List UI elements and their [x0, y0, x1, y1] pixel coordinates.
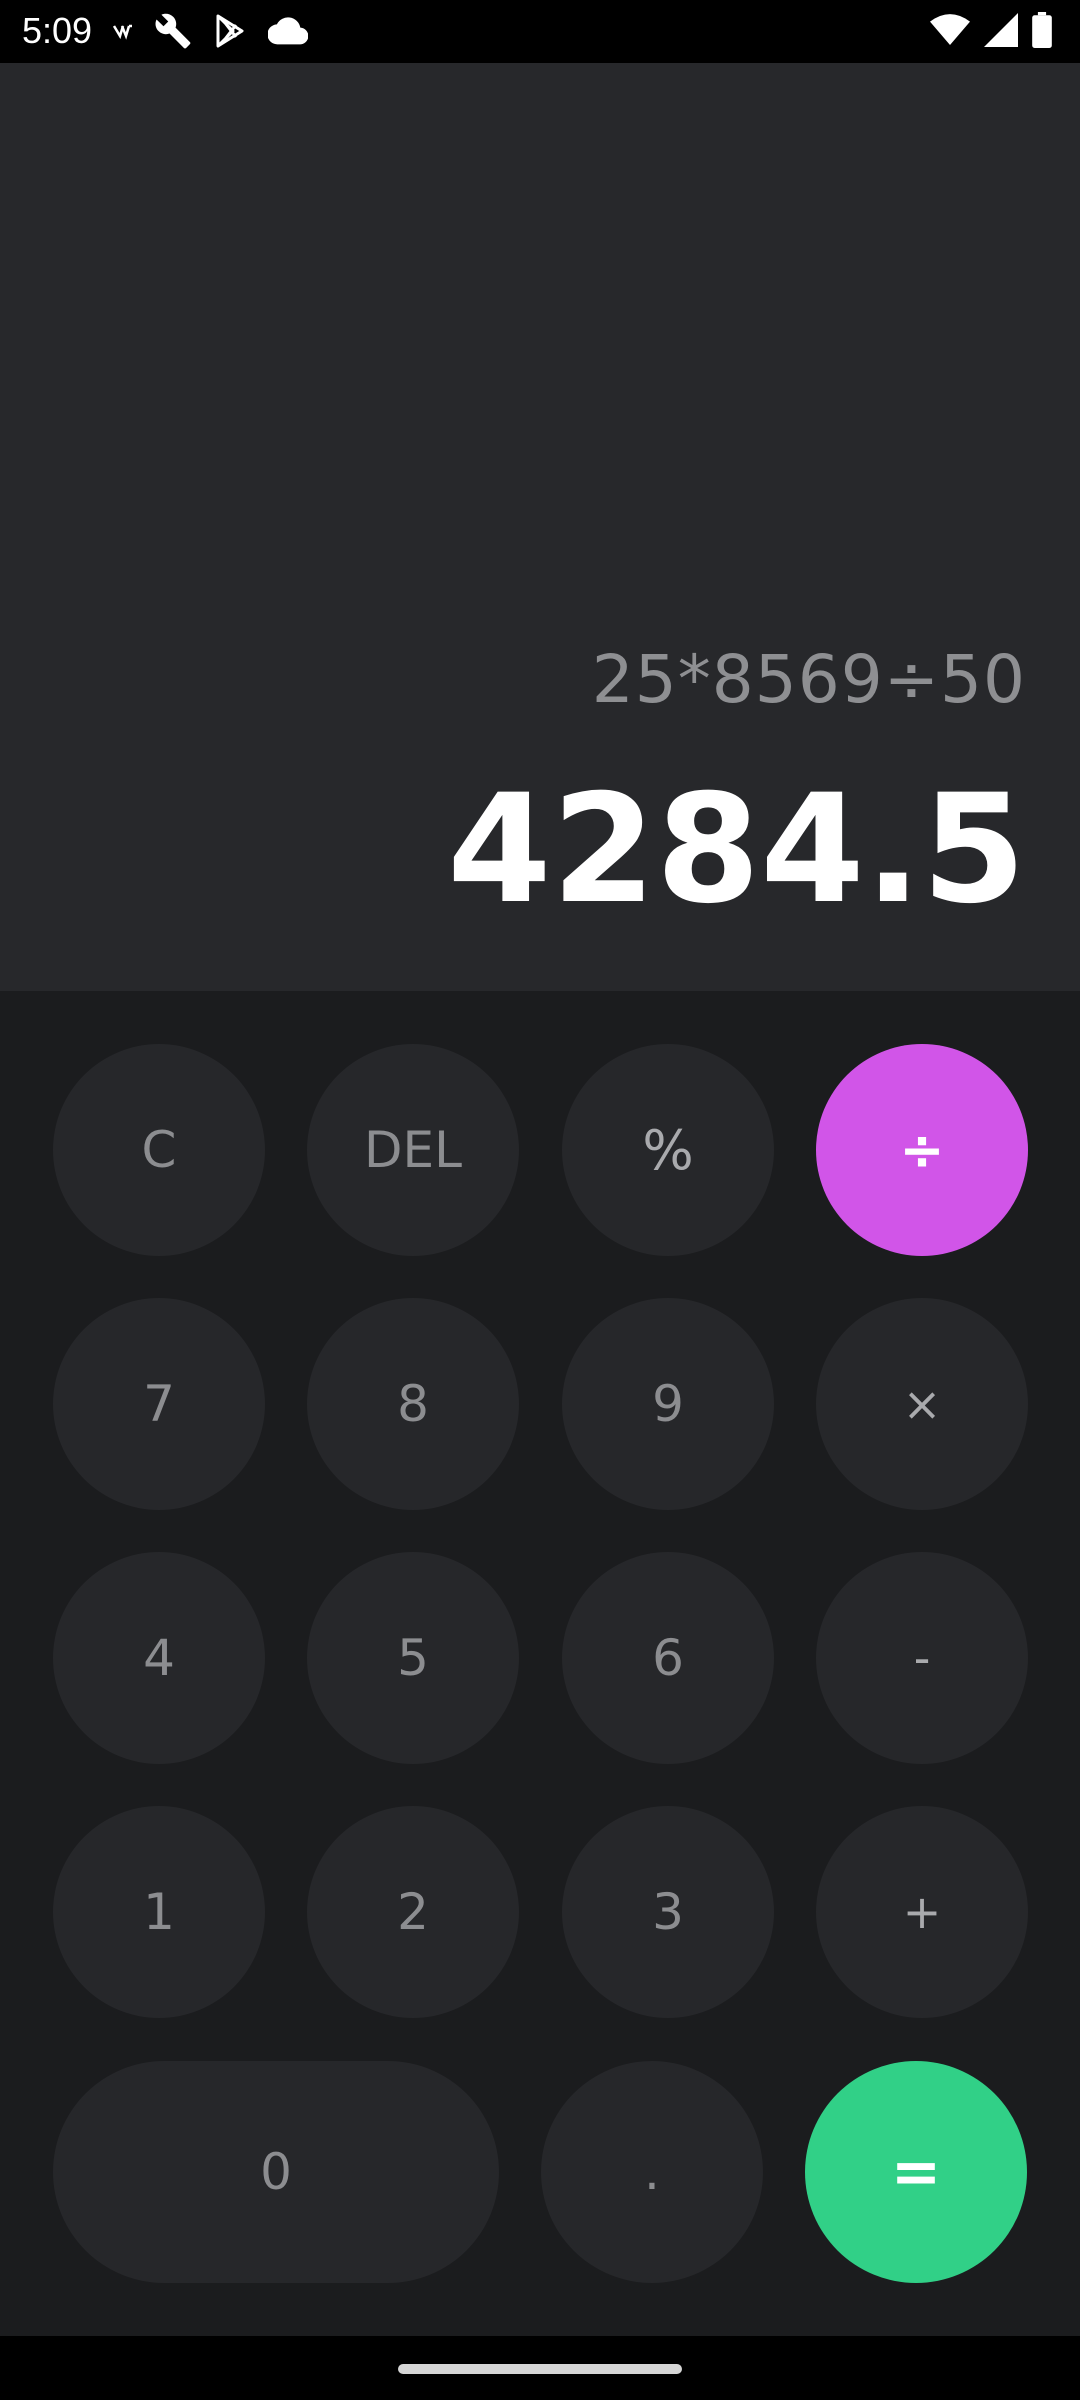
- equals-button[interactable]: =: [805, 2061, 1027, 2283]
- expression-text: 25*8569÷50: [591, 641, 1026, 718]
- digit-7-button[interactable]: 7: [53, 1298, 265, 1510]
- minus-button[interactable]: -: [816, 1552, 1028, 1764]
- signal-small-icon: [112, 20, 134, 46]
- battery-icon: [1032, 12, 1052, 52]
- clear-button[interactable]: C: [53, 1044, 265, 1256]
- calculator-display: 25*8569÷50 4284.5: [0, 63, 1080, 991]
- digit-1-button[interactable]: 1: [53, 1806, 265, 2018]
- delete-button[interactable]: DEL: [307, 1044, 519, 1256]
- cellular-icon: [984, 13, 1018, 51]
- digit-0-button[interactable]: 0: [53, 2061, 499, 2283]
- keypad: C DEL % ÷ 7 8 9 × 4 5 6 - 1 2 3 + 0 . =: [0, 991, 1080, 2336]
- home-indicator[interactable]: [398, 2364, 682, 2374]
- digit-3-button[interactable]: 3: [562, 1806, 774, 2018]
- status-right-icons: [930, 12, 1052, 52]
- wrench-icon: [154, 12, 192, 54]
- wifi-icon: [930, 13, 970, 51]
- status-left-icons: [112, 12, 309, 54]
- divide-button[interactable]: ÷: [816, 1044, 1028, 1256]
- status-time: 5:09: [22, 10, 93, 51]
- cloud-icon: [267, 16, 309, 50]
- digit-8-button[interactable]: 8: [307, 1298, 519, 1510]
- percent-button[interactable]: %: [562, 1044, 774, 1256]
- result-text: 4284.5: [447, 763, 1026, 937]
- play-store-icon: [212, 13, 248, 53]
- digit-9-button[interactable]: 9: [562, 1298, 774, 1510]
- plus-button[interactable]: +: [816, 1806, 1028, 2018]
- multiply-button[interactable]: ×: [816, 1298, 1028, 1510]
- digit-4-button[interactable]: 4: [53, 1552, 265, 1764]
- digit-2-button[interactable]: 2: [307, 1806, 519, 2018]
- digit-6-button[interactable]: 6: [562, 1552, 774, 1764]
- decimal-point-button[interactable]: .: [541, 2061, 763, 2283]
- digit-5-button[interactable]: 5: [307, 1552, 519, 1764]
- status-bar: 5:09: [0, 0, 1080, 63]
